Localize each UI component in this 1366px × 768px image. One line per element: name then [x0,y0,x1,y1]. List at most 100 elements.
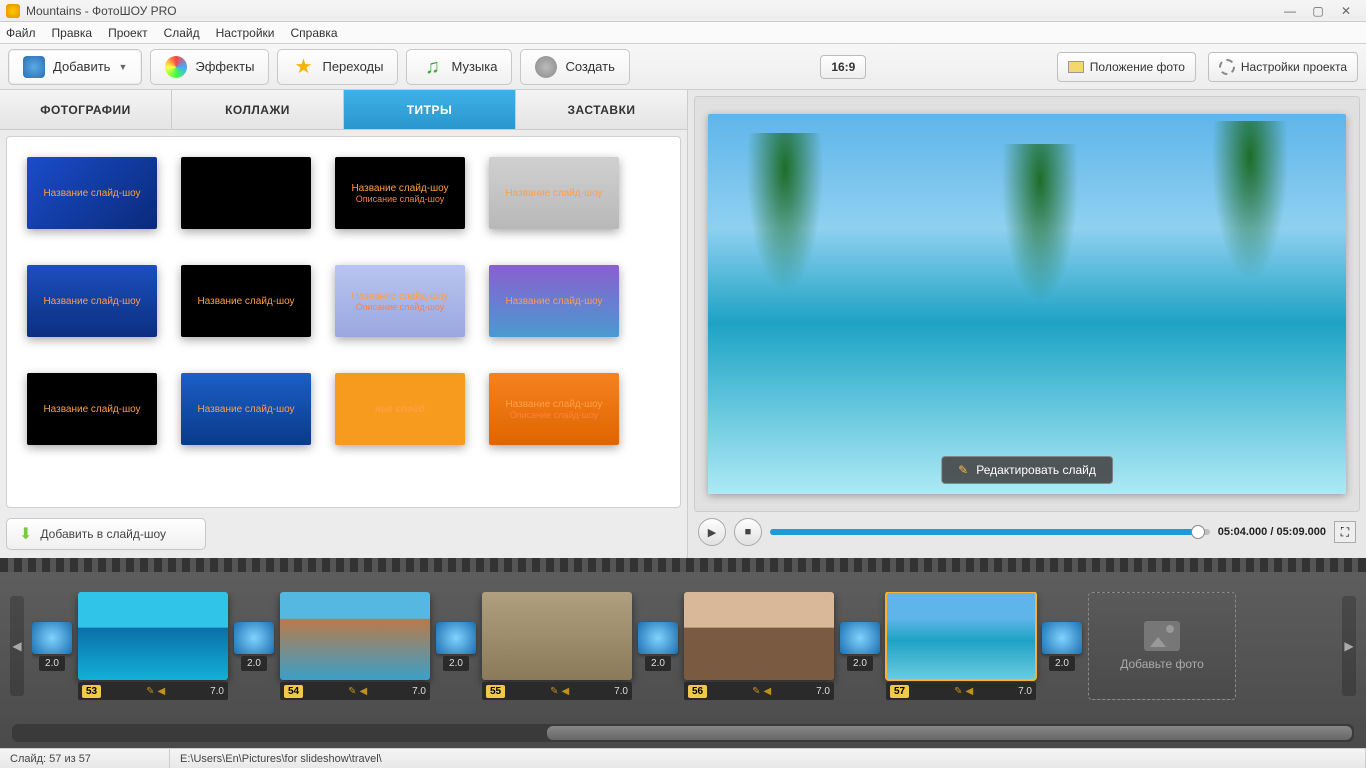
slide-thumbnail [78,592,228,680]
templates-scroll[interactable]: Название слайд-шоуНазвание слайд-шоуОпис… [7,137,680,507]
play-button[interactable]: ▶ [698,518,726,546]
play-icon[interactable]: ◀ [359,686,367,697]
tab-collages[interactable]: КОЛЛАЖИ [172,90,344,129]
timeline-slide[interactable]: 55✎◀7.0 [482,592,632,700]
film-strip-top [0,558,1366,572]
transition-thumb[interactable]: 2.0 [840,622,880,671]
progress-fill [770,529,1201,535]
template-title: Название слайд-шоу [351,291,448,302]
timeline-scrollbar-thumb[interactable] [547,726,1352,740]
menu-settings[interactable]: Настройки [216,26,275,40]
pencil-icon[interactable]: ✎ [348,686,356,697]
title-template[interactable]: Название слайд-шоу [181,373,311,445]
menu-file[interactable]: Файл [6,26,36,40]
play-icon[interactable]: ◀ [965,686,973,697]
title-template[interactable]: Название слайд-шоу [489,265,619,337]
template-title: ние слайд [375,404,425,415]
title-template[interactable]: Название слайд-шоу [27,373,157,445]
menu-edit[interactable]: Правка [52,26,93,40]
transition-thumb[interactable]: 2.0 [32,622,72,671]
transition-preview [436,622,476,654]
title-template[interactable]: Название слайд-шоу [181,265,311,337]
title-template[interactable]: ние слайд [335,373,465,445]
template-title: Название слайд-шоу [505,296,602,307]
tab-photos[interactable]: ФОТОГРАФИИ [0,90,172,129]
photo-position-button[interactable]: Положение фото [1057,52,1196,82]
progress-handle[interactable] [1191,525,1205,539]
pencil-icon[interactable]: ✎ [146,686,154,697]
arrow-down-icon: ⬇ [19,524,32,544]
transition-thumb[interactable]: 2.0 [638,622,678,671]
transition-duration: 2.0 [241,656,267,671]
menu-help[interactable]: Справка [290,26,337,40]
timeline-nav-right[interactable]: ▶ [1342,596,1356,696]
play-icon[interactable]: ◀ [157,686,165,697]
timeline-slide[interactable]: 56✎◀7.0 [684,592,834,700]
add-button[interactable]: Добавить ▼ [8,49,142,85]
tab-titles[interactable]: ТИТРЫ [344,90,516,129]
preview-image[interactable]: ✎ Редактировать слайд [708,114,1345,495]
menu-slide[interactable]: Слайд [164,26,200,40]
camera-icon [23,56,45,78]
pencil-icon[interactable]: ✎ [954,686,962,697]
content-area: ФОТОГРАФИИ КОЛЛАЖИ ТИТРЫ ЗАСТАВКИ Назван… [0,90,1366,558]
timeline-main: ◀ 2.053✎◀7.02.054✎◀7.02.055✎◀7.02.056✎◀7… [0,572,1366,720]
play-icon[interactable]: ◀ [561,686,569,697]
transition-thumb[interactable]: 2.0 [1042,622,1082,671]
transition-thumb[interactable]: 2.0 [234,622,274,671]
palette-icon [165,56,187,78]
aspect-ratio-button[interactable]: 16:9 [820,55,866,79]
close-button[interactable]: ✕ [1332,2,1360,20]
slide-thumbnail [886,592,1036,680]
title-template[interactable]: Название слайд-шоуОписание слайд-шоу [335,265,465,337]
template-title: Название слайд-шоу [505,399,602,410]
slide-info-bar: 56✎◀7.0 [684,682,834,700]
title-bar: Mountains - ФотоШОУ PRO — ▢ ✕ [0,0,1366,22]
timeline-scrollbar[interactable] [12,724,1354,742]
menu-project[interactable]: Проект [108,26,148,40]
progress-bar[interactable] [770,529,1210,535]
edit-slide-button[interactable]: ✎ Редактировать слайд [941,456,1113,484]
title-template[interactable] [181,157,311,229]
transition-thumb[interactable]: 2.0 [436,622,476,671]
fullscreen-button[interactable]: ⛶ [1334,521,1356,543]
music-button[interactable]: ♫ Музыка [406,49,512,85]
effects-button[interactable]: Эффекты [150,49,269,85]
pencil-icon[interactable]: ✎ [550,686,558,697]
pencil-icon[interactable]: ✎ [752,686,760,697]
transition-duration: 2.0 [1049,656,1075,671]
status-slide-count: Слайд: 57 из 57 [0,749,170,768]
title-template[interactable]: Название слайд-шоу [489,157,619,229]
timeline-slide[interactable]: 53✎◀7.0 [78,592,228,700]
stop-button[interactable]: ■ [734,518,762,546]
transitions-button[interactable]: ★ Переходы [277,49,398,85]
title-template[interactable]: Название слайд-шоуОписание слайд-шоу [335,157,465,229]
slide-number: 54 [284,685,303,698]
decorative-palm [740,133,830,313]
slides-row: 2.053✎◀7.02.054✎◀7.02.055✎◀7.02.056✎◀7.0… [32,592,1334,700]
timeline-slide[interactable]: 57 ✎◀ 7.0 [886,592,1036,700]
title-template[interactable]: Название слайд-шоу [27,157,157,229]
title-template[interactable]: Название слайд-шоуОписание слайд-шоу [489,373,619,445]
add-to-slideshow-button[interactable]: ⬇ Добавить в слайд-шоу [6,518,206,550]
project-settings-button[interactable]: Настройки проекта [1208,52,1358,82]
decorative-palm [995,144,1085,324]
minimize-button[interactable]: — [1276,2,1304,20]
menu-bar: Файл Правка Проект Слайд Настройки Справ… [0,22,1366,44]
create-button[interactable]: Создать [520,49,629,85]
slide-number: 57 [890,685,909,698]
transitions-label: Переходы [322,59,383,74]
slide-duration: 7.0 [1018,686,1032,697]
maximize-button[interactable]: ▢ [1304,2,1332,20]
add-photo-card[interactable]: Добавьте фото [1088,592,1236,700]
image-placeholder-icon [1144,621,1180,651]
template-title: Название слайд-шоу [43,188,140,199]
dropdown-icon: ▼ [118,62,127,72]
template-title: Название слайд-шоу [505,188,602,199]
timeline-slide[interactable]: 54✎◀7.0 [280,592,430,700]
slide-info-bar: 53✎◀7.0 [78,682,228,700]
play-icon[interactable]: ◀ [763,686,771,697]
timeline-nav-left[interactable]: ◀ [10,596,24,696]
tab-intros[interactable]: ЗАСТАВКИ [516,90,687,129]
title-template[interactable]: Название слайд-шоу [27,265,157,337]
